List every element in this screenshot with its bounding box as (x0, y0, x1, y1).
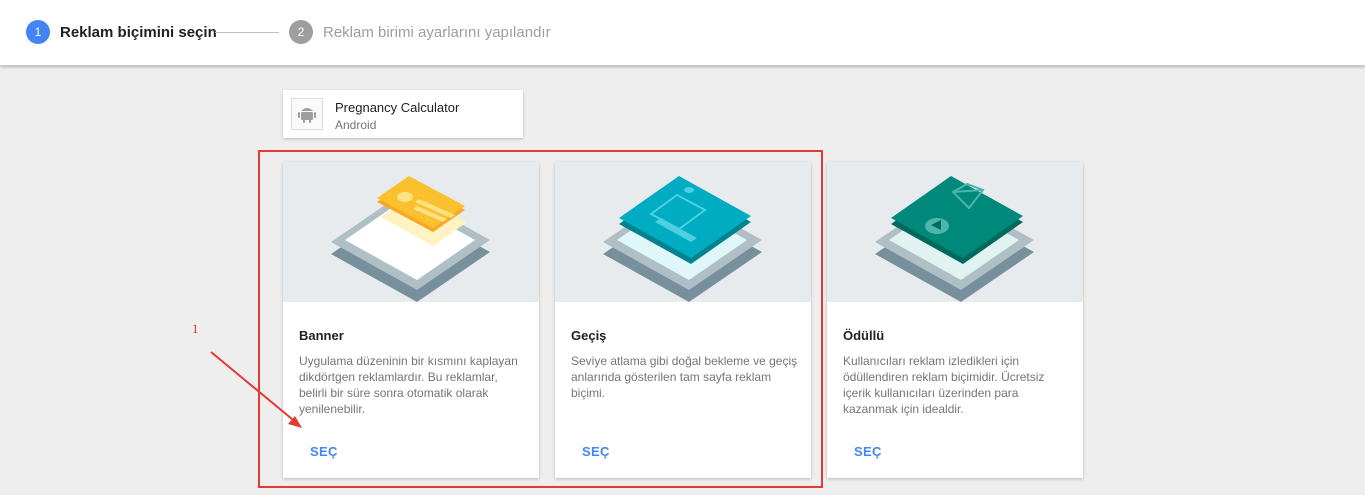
annotation-number: 1 (192, 321, 199, 336)
step-2-number: 2 (289, 20, 313, 44)
stepper-header: 1 Reklam biçimini seçin 2 Reklam birimi … (0, 0, 1365, 66)
step-1[interactable]: 1 Reklam biçimini seçin (26, 20, 217, 44)
step-1-label: Reklam biçimini seçin (60, 23, 217, 41)
step-connector (215, 32, 279, 33)
format-title: Geçiş (571, 328, 607, 343)
format-description: Seviye atlama gibi doğal bekleme ve geçi… (571, 354, 798, 400)
format-card-interstitial[interactable]: Geçiş Seviye atlama gibi doğal bekleme v… (555, 162, 811, 478)
step-2-label: Reklam birimi ayarlarını yapılandır (323, 23, 551, 41)
select-interstitial-button[interactable]: SEÇ (565, 440, 627, 463)
format-description: Uygulama düzeninin bir kısmını kaplayan … (299, 354, 518, 416)
app-name: Pregnancy Calculator (335, 100, 460, 115)
step-2[interactable]: 2 Reklam birimi ayarlarını yapılandır (289, 20, 551, 44)
banner-illustration (283, 162, 539, 302)
format-card-banner[interactable]: Banner Uygulama düzeninin bir kısmını ka… (283, 162, 539, 478)
rewarded-illustration (827, 162, 1083, 302)
app-platform: Android (335, 118, 377, 132)
format-card-rewarded[interactable]: Ödüllü Kullanıcıları reklam izledikleri … (827, 162, 1083, 478)
android-icon (291, 98, 323, 130)
format-title: Ödüllü (843, 328, 885, 343)
select-banner-button[interactable]: SEÇ (293, 440, 355, 463)
select-rewarded-button[interactable]: SEÇ (837, 440, 899, 463)
format-description: Kullanıcıları reklam izledikleri için öd… (843, 354, 1045, 416)
app-card: Pregnancy Calculator Android (283, 90, 523, 138)
format-title: Banner (299, 328, 344, 343)
step-1-number: 1 (26, 20, 50, 44)
interstitial-illustration (555, 162, 811, 302)
